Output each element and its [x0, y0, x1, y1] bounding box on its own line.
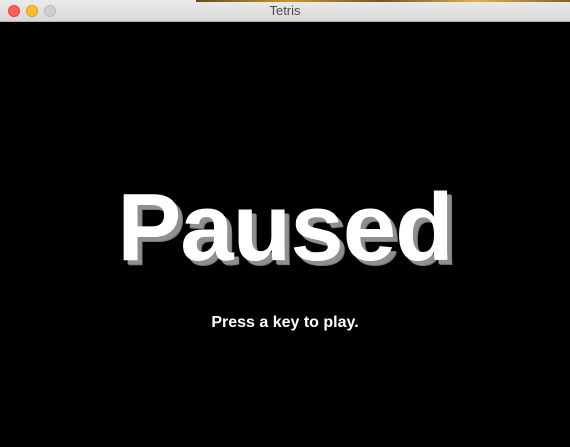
game-window: Tetris Paused Press a key to play.: [0, 0, 570, 447]
game-canvas[interactable]: Paused Press a key to play.: [0, 22, 570, 447]
window-title: Tetris: [269, 3, 301, 18]
press-key-prompt: Press a key to play.: [211, 314, 359, 331]
paused-container: Paused: [0, 180, 570, 276]
desktop-background-strip: [196, 0, 570, 2]
paused-title: Paused: [117, 174, 453, 281]
title-bar[interactable]: Tetris: [0, 0, 570, 22]
